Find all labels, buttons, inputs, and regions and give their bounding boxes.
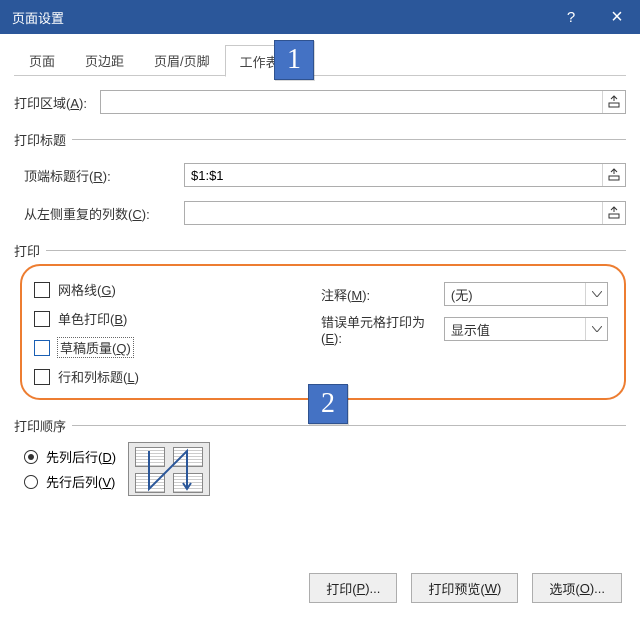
tab-page[interactable]: 页面: [14, 44, 70, 76]
print-preview-button[interactable]: 打印预览(W): [411, 573, 518, 603]
group-print: 打印 网格线(G) 单色打印(B) 草稿质量(Q) 行和列标题(L): [14, 241, 626, 400]
top-rows-input[interactable]: [185, 168, 602, 183]
footer-buttons: 打印(P)... 打印预览(W) 选项(O)...: [309, 573, 622, 603]
left-cols-input[interactable]: [185, 206, 602, 221]
help-button[interactable]: ?: [548, 0, 594, 34]
tab-margins[interactable]: 页边距: [70, 44, 139, 76]
checkbox-icon: [34, 311, 50, 327]
tab-strip: 页面 页边距 页眉/页脚 工作表 1: [14, 44, 626, 76]
tab-header-footer[interactable]: 页眉/页脚: [139, 44, 225, 76]
print-legend: 打印: [14, 241, 46, 260]
print-titles-legend: 打印标题: [14, 130, 72, 149]
left-cols-field[interactable]: [184, 201, 626, 225]
group-print-order: 打印顺序 先列后行(D) 先行后列(V): [14, 416, 626, 497]
row-top-rows: 顶端标题行(R):: [24, 163, 626, 187]
checkbox-icon: [34, 340, 50, 356]
checkbox-gridlines[interactable]: 网格线(G): [34, 280, 321, 299]
collapse-dialog-icon[interactable]: [602, 202, 624, 224]
print-area-label: 打印区域(A):: [14, 93, 100, 112]
chevron-down-icon: [585, 283, 607, 305]
top-rows-field[interactable]: [184, 163, 626, 187]
comments-label: 注释(M):: [321, 285, 444, 304]
checkbox-draft-quality[interactable]: 草稿质量(Q): [34, 338, 321, 357]
comments-combo[interactable]: (无): [444, 282, 608, 306]
radio-icon: [24, 450, 38, 464]
close-button[interactable]: ×: [594, 0, 640, 34]
checkbox-icon: [34, 369, 50, 385]
title-bar: 页面设置 ? ×: [0, 0, 640, 34]
collapse-dialog-icon[interactable]: [602, 91, 624, 113]
top-rows-label: 顶端标题行(R):: [24, 166, 184, 185]
row-left-cols: 从左侧重复的列数(C):: [24, 201, 626, 225]
print-button[interactable]: 打印(P)...: [309, 573, 397, 603]
print-order-diagram: [128, 442, 210, 496]
row-print-area: 打印区域(A):: [14, 90, 626, 114]
chevron-down-icon: [585, 318, 607, 340]
checkbox-row-col-headings[interactable]: 行和列标题(L): [34, 367, 321, 386]
annotation-callout-1: 1: [274, 40, 314, 80]
annotation-callout-2: 2: [308, 384, 348, 424]
radio-over-then-down[interactable]: 先行后列(V): [24, 472, 116, 491]
radio-down-then-over[interactable]: 先列后行(D): [24, 447, 116, 466]
collapse-dialog-icon[interactable]: [602, 164, 624, 186]
dialog-body: 页面 页边距 页眉/页脚 工作表 1 打印区域(A): 打印标题 顶端标题行(R…: [0, 34, 640, 617]
errors-label: 错误单元格打印为(E):: [321, 312, 444, 346]
print-area-field[interactable]: [100, 90, 626, 114]
checkbox-icon: [34, 282, 50, 298]
annotation-box-2: 网格线(G) 单色打印(B) 草稿质量(Q) 行和列标题(L) 注释(M):: [20, 264, 626, 400]
radio-icon: [24, 475, 38, 489]
window-title: 页面设置: [12, 8, 548, 27]
row-comments: 注释(M): (无): [321, 282, 608, 306]
order-legend: 打印顺序: [14, 416, 72, 435]
checkbox-black-white[interactable]: 单色打印(B): [34, 309, 321, 328]
group-print-titles: 打印标题 顶端标题行(R): 从左侧重复的列数(C):: [14, 130, 626, 225]
options-button[interactable]: 选项(O)...: [532, 573, 622, 603]
left-cols-label: 从左侧重复的列数(C):: [24, 204, 184, 223]
row-errors: 错误单元格打印为(E): 显示值: [321, 312, 608, 346]
print-area-input[interactable]: [101, 95, 602, 110]
errors-combo[interactable]: 显示值: [444, 317, 608, 341]
